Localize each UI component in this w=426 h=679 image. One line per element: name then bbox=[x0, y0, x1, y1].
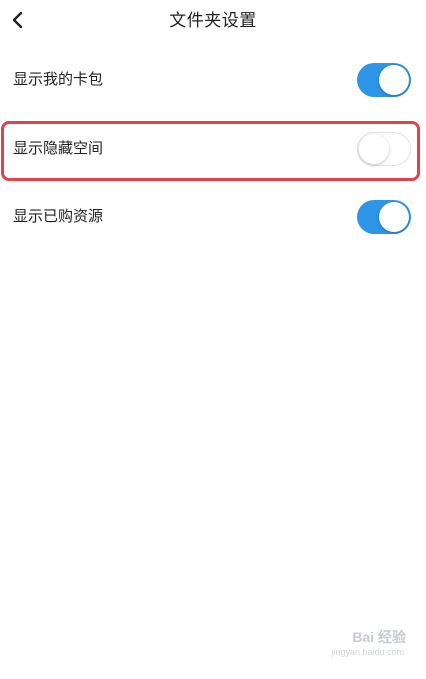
setting-row-purchased-resources: 显示已购资源 bbox=[0, 197, 426, 237]
watermark: Bai 经验 jingyan.baidu.com bbox=[296, 617, 406, 661]
highlight-annotation-box bbox=[1, 121, 420, 181]
watermark-text: Bai 经验 bbox=[352, 629, 406, 645]
toggle-knob bbox=[379, 65, 409, 95]
toggle-switch[interactable] bbox=[357, 63, 411, 97]
setting-row-card-wallet: 显示我的卡包 bbox=[0, 60, 426, 100]
page-title: 文件夹设置 bbox=[169, 11, 257, 31]
setting-label: 显示我的卡包 bbox=[13, 70, 104, 88]
watermark-subtext: jingyan.baidu.com bbox=[331, 647, 404, 657]
toggle-switch[interactable] bbox=[357, 200, 411, 234]
toggle-knob bbox=[379, 202, 409, 232]
folder-settings-page: 文件夹设置 显示我的卡包 显示隐藏空间 显示已购资源 Bai 经验 jingya… bbox=[0, 0, 426, 679]
setting-label: 显示已购资源 bbox=[13, 207, 104, 225]
header-bar: 文件夹设置 bbox=[0, 0, 426, 44]
